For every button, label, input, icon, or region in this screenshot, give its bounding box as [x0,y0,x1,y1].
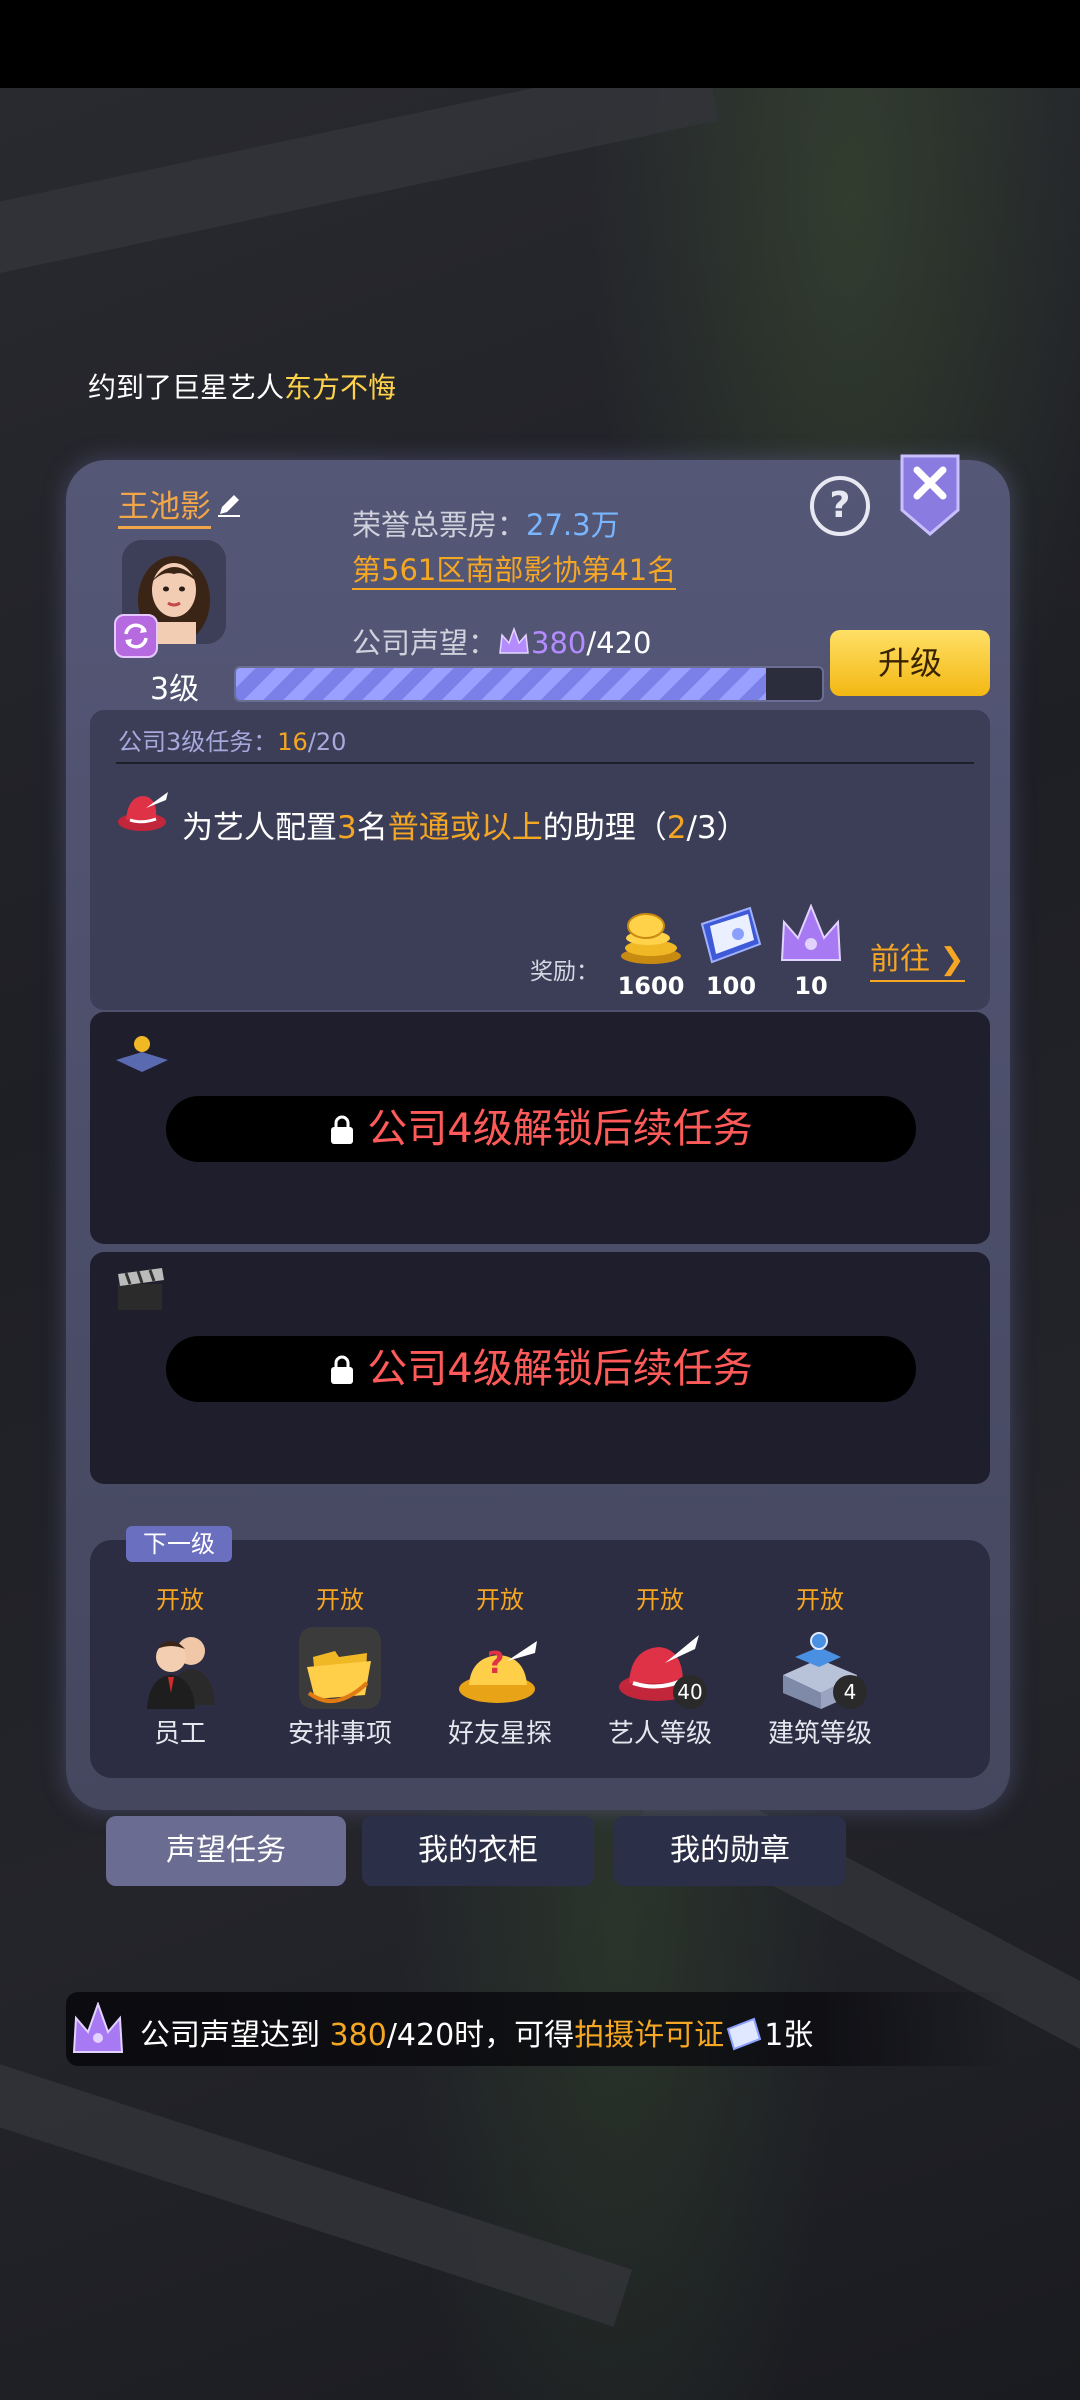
company-owner-name[interactable]: 王池影 [118,488,211,529]
clapperboard-icon [118,1268,164,1310]
feature-status: 开放 [636,1586,684,1614]
reward-prestige: 10 [771,903,851,1000]
edit-pencil-icon[interactable] [214,490,244,520]
feature-status: 开放 [316,1586,364,1614]
task-description: 为艺人配置3名普通或以上的助理（2/3） [182,810,748,846]
tab-my-medals[interactable]: 我的勋章 [614,1816,846,1886]
reward-permit: 100 [691,904,771,1000]
staff-icon [147,1637,215,1709]
reward-value: 10 [794,972,828,1000]
locked-task-message: 公司4级解锁后续任务 [166,1336,916,1402]
prestige-crown-icon [72,2002,124,2053]
feature-label: 建筑等级 [767,1719,872,1749]
prestige-crown-icon [499,627,529,654]
upgrade-button[interactable]: 升级 [830,630,990,696]
task-header: 公司3级任务：16/20 [118,728,347,756]
goto-button[interactable]: 前往 ❯ [870,940,965,982]
feature-building-level[interactable]: 开放 4 建筑等级 [755,1580,885,1750]
tab-my-wardrobe[interactable]: 我的衣柜 [362,1816,594,1886]
feature-talent-scout[interactable]: 开放 ? 好友星探 [435,1580,565,1750]
status-bar [0,0,1080,88]
reward-value: 100 [705,972,757,1000]
feature-label: 艺人等级 [607,1719,712,1749]
feature-status: 开放 [796,1586,844,1614]
road-strip [0,2053,633,2327]
feature-label: 好友星探 [447,1719,552,1749]
level-badge: 40 [673,1675,707,1709]
tab-prestige-tasks[interactable]: 声望任务 [106,1816,346,1886]
switch-avatar-icon[interactable] [114,614,158,658]
help-button[interactable]: ? [810,476,870,536]
gold-coins-icon [621,913,681,964]
prestige-progress-fill [236,668,767,700]
feature-artist-level[interactable]: 开放 40 艺人等级 [595,1580,725,1750]
company-level: 3级 [150,672,200,707]
permit-document-icon [700,906,762,964]
reward-gold: 1600 [611,904,691,1000]
prestige-progress-bar [234,666,824,702]
reward-label: 奖励： [530,959,599,985]
schedule-folder-icon [299,1627,381,1709]
feature-label: 员工 [153,1719,206,1749]
map-pin-icon [116,1036,168,1072]
region-rank-link[interactable]: 第561区南部影协第41名 [352,552,677,590]
svg-text:?: ? [487,1646,504,1681]
divider [116,762,974,764]
locked-task-message: 公司4级解锁后续任务 [166,1096,916,1162]
artist-hat-icon [118,792,168,831]
company-prestige: 公司声望： 380/420 [352,626,652,660]
next-level-tag: 下一级 [126,1526,232,1562]
lock-icon [331,1355,354,1384]
talent-scout-icon: ? [459,1641,537,1703]
chevron-right-icon: ❯ [930,942,965,977]
lock-icon [331,1115,354,1144]
prestige-reward-text: 公司声望达到 380/420时，可得拍摄许可证 1张 [140,2017,814,2053]
reward-value: 1600 [617,972,685,1000]
prestige-crown-icon [780,903,842,961]
feature-label: 安排事项 [287,1719,392,1749]
feature-status: 开放 [476,1586,524,1614]
close-button[interactable] [898,452,962,538]
permit-document-icon [726,2017,762,2051]
feature-schedule[interactable]: 开放 安排事项 [275,1580,405,1750]
broadcast-ticker: 约到了巨星艺人东方不悔 [88,371,397,404]
honor-box-office: 荣誉总票房：27.3万 [352,508,620,542]
feature-staff[interactable]: 开放 员工 [115,1580,245,1750]
feature-status: 开放 [156,1586,204,1614]
level-badge: 4 [833,1675,867,1709]
